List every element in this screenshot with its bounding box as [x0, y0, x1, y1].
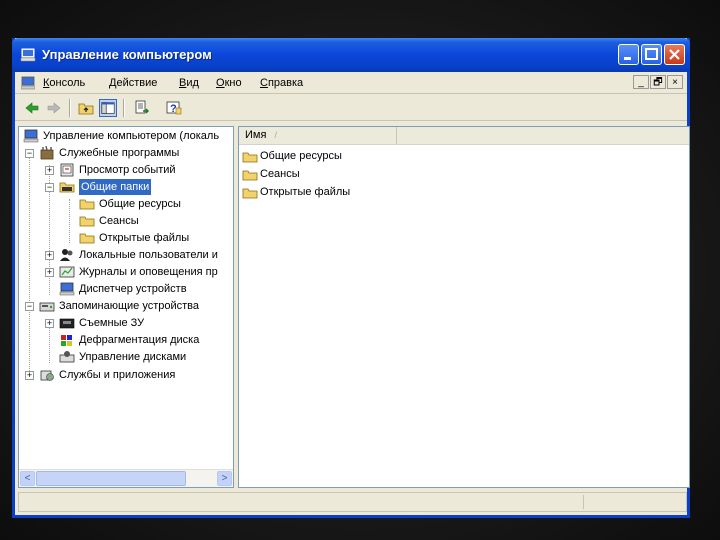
up-folder-icon[interactable] [77, 99, 95, 117]
event-viewer-icon [60, 163, 74, 177]
users-icon [60, 249, 73, 261]
minimize-icon [624, 57, 631, 60]
tree-item-label: Общие ресурсы [99, 198, 181, 210]
scroll-right-button[interactable]: > [217, 471, 232, 486]
toolbar-separator [69, 99, 71, 117]
menu-view[interactable]: Вид [179, 77, 199, 89]
menu-action-label: ействие [116, 77, 158, 89]
tree-item-label: Открытые файлы [99, 232, 190, 244]
device-manager-icon [59, 282, 75, 296]
mmc-window: Управление компьютером Консоль Действие … [12, 38, 690, 518]
tree-item-label: Управление дисками [79, 351, 187, 363]
menu-help[interactable]: Справка [260, 77, 303, 89]
tree-root-label: Управление компьютером (локаль [43, 130, 220, 142]
tree-item-label: Просмотр событий [79, 164, 176, 176]
list-item-label: Открытые файлы [260, 186, 351, 198]
tree-item-label: Сеансы [99, 215, 139, 227]
menu-help-accel: С [260, 77, 268, 89]
expand-icon[interactable]: + [45, 251, 54, 260]
mdi-minimize-button[interactable]: _ [633, 75, 649, 89]
folder-icon [242, 188, 258, 199]
menu-window[interactable]: Окно [216, 77, 242, 89]
shared-folder-icon [59, 182, 75, 193]
close-icon [669, 49, 680, 60]
performance-logs-icon [59, 266, 75, 278]
menu-action[interactable]: Действие [109, 77, 157, 89]
collapse-icon[interactable]: − [25, 302, 34, 311]
collapse-icon[interactable]: − [25, 149, 34, 158]
tree-item-label: Локальные пользователи и [79, 249, 218, 261]
folder-icon [79, 199, 95, 210]
close-button[interactable] [664, 44, 685, 65]
list-item-label: Сеансы [260, 168, 300, 180]
mdi-close-button[interactable]: × [667, 75, 683, 89]
menu-console-label: онсоль [49, 77, 86, 89]
window-title: Управление компьютером [42, 47, 212, 62]
mdi-controls: _ 🗗 × [632, 75, 683, 89]
services-icon [40, 370, 54, 381]
tree-item-label: Запоминающие устройства [59, 300, 200, 312]
help-icon[interactable]: ? [165, 99, 183, 117]
computer-management-icon [20, 48, 36, 62]
scroll-left-button[interactable]: < [20, 471, 35, 486]
menu-help-label: правка [267, 77, 304, 89]
expand-icon[interactable]: + [45, 166, 54, 175]
mdi-restore-button[interactable]: 🗗 [650, 75, 666, 89]
tree-item-label: Журналы и оповещения пр [79, 266, 218, 278]
collapse-icon[interactable]: − [45, 183, 54, 192]
tree-item-label: Диспетчер устройств [79, 283, 187, 295]
folder-icon [79, 233, 95, 244]
tree-item-label: Службы и приложения [59, 369, 176, 381]
menu-view-label: ид [186, 77, 199, 89]
title-bar[interactable]: Управление компьютером [12, 38, 690, 72]
folder-icon [79, 216, 95, 227]
disk-management-icon [59, 351, 75, 363]
show-hide-tree-icon[interactable] [99, 99, 117, 117]
tree-item-label: Съемные ЗУ [79, 317, 145, 329]
minimize-button[interactable] [618, 44, 639, 65]
column-header-name[interactable]: Имя / [239, 127, 397, 144]
console-icon [21, 76, 35, 90]
console-tree-pane[interactable]: Управление компьютером (локаль − Служебн… [18, 126, 234, 488]
details-list-pane[interactable]: Имя / Общие ресурсы Сеансы Открытые файлы [238, 126, 690, 488]
defrag-icon [61, 335, 72, 346]
list-header: Имя / [239, 127, 689, 145]
toolbar-separator-2 [123, 99, 125, 117]
back-arrow-icon[interactable] [23, 99, 41, 117]
tree-item-label-selected: Общие папки [79, 179, 152, 195]
folder-icon [242, 170, 258, 181]
menu-bar: Консоль Действие Вид Окно Справка _ 🗗 × [15, 72, 687, 94]
storage-icon [39, 302, 55, 312]
tree-item-label: Дефрагментация диска [79, 334, 200, 346]
expand-icon[interactable]: + [45, 268, 54, 277]
expand-icon[interactable]: + [25, 371, 34, 380]
folder-icon [242, 152, 258, 163]
menu-window-label: кно [224, 77, 242, 89]
tree-item-label: Служебные программы [59, 147, 180, 159]
removable-storage-icon [59, 318, 75, 329]
tools-icon [40, 146, 54, 160]
maximize-icon [645, 48, 658, 60]
export-list-icon[interactable] [133, 99, 151, 117]
computer-management-icon [23, 129, 39, 143]
tree-horizontal-scrollbar[interactable]: < > [19, 469, 233, 487]
list-item-label: Общие ресурсы [260, 150, 342, 162]
maximize-button[interactable] [641, 44, 662, 65]
sort-indicator-icon: / [274, 130, 277, 140]
toolbar: ? [15, 95, 687, 121]
forward-arrow-icon[interactable] [45, 99, 63, 117]
expand-icon[interactable]: + [45, 319, 54, 328]
status-bar [18, 492, 687, 512]
status-bar-segment [583, 495, 684, 509]
column-header-label: Имя [245, 129, 267, 141]
menu-window-accel: О [216, 77, 225, 89]
menu-console[interactable]: Консоль [43, 77, 85, 89]
scroll-thumb[interactable] [36, 471, 186, 486]
